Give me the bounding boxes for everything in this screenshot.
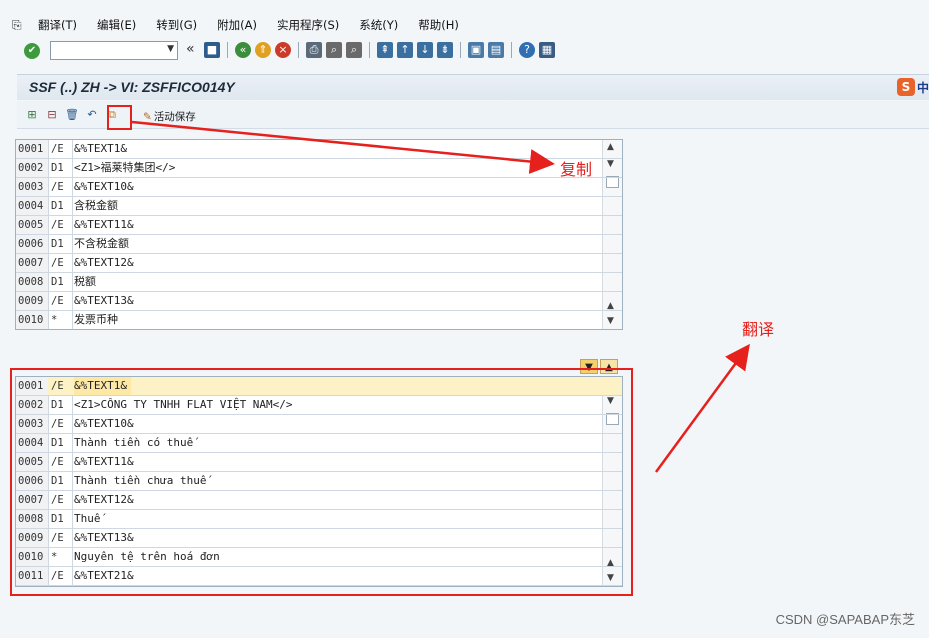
copy-annotation-label: 复制 [560,160,593,179]
watermark-text: CSDN @SAPABAP东芝 [775,612,915,627]
annotation-arrows [131,120,750,473]
translate-arrow [654,343,750,473]
translate-annotation-label: 翻译 [742,320,775,339]
copy-arrow [131,120,555,174]
